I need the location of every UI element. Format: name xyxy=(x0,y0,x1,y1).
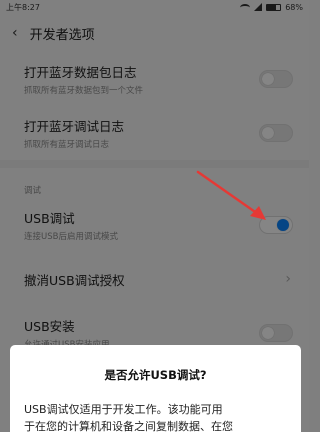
usb-debug-dialog: 是否允许USB调试? USB调试仅适用于开发工作。该功能可用 于在您的计算机和设… xyxy=(10,345,301,432)
dialog-body-line: USB调试仅适用于开发工作。该功能可用 xyxy=(24,403,223,416)
dialog-title: 是否允许USB调试? xyxy=(104,368,207,382)
pointer-arrow-icon xyxy=(196,170,266,220)
dialog-body-line: 于在您的计算机和设备之间复制数据、在您 xyxy=(24,420,233,432)
dialog-body: USB调试仅适用于开发工作。该功能可用 于在您的计算机和设备之间复制数据、在您 xyxy=(24,401,287,432)
